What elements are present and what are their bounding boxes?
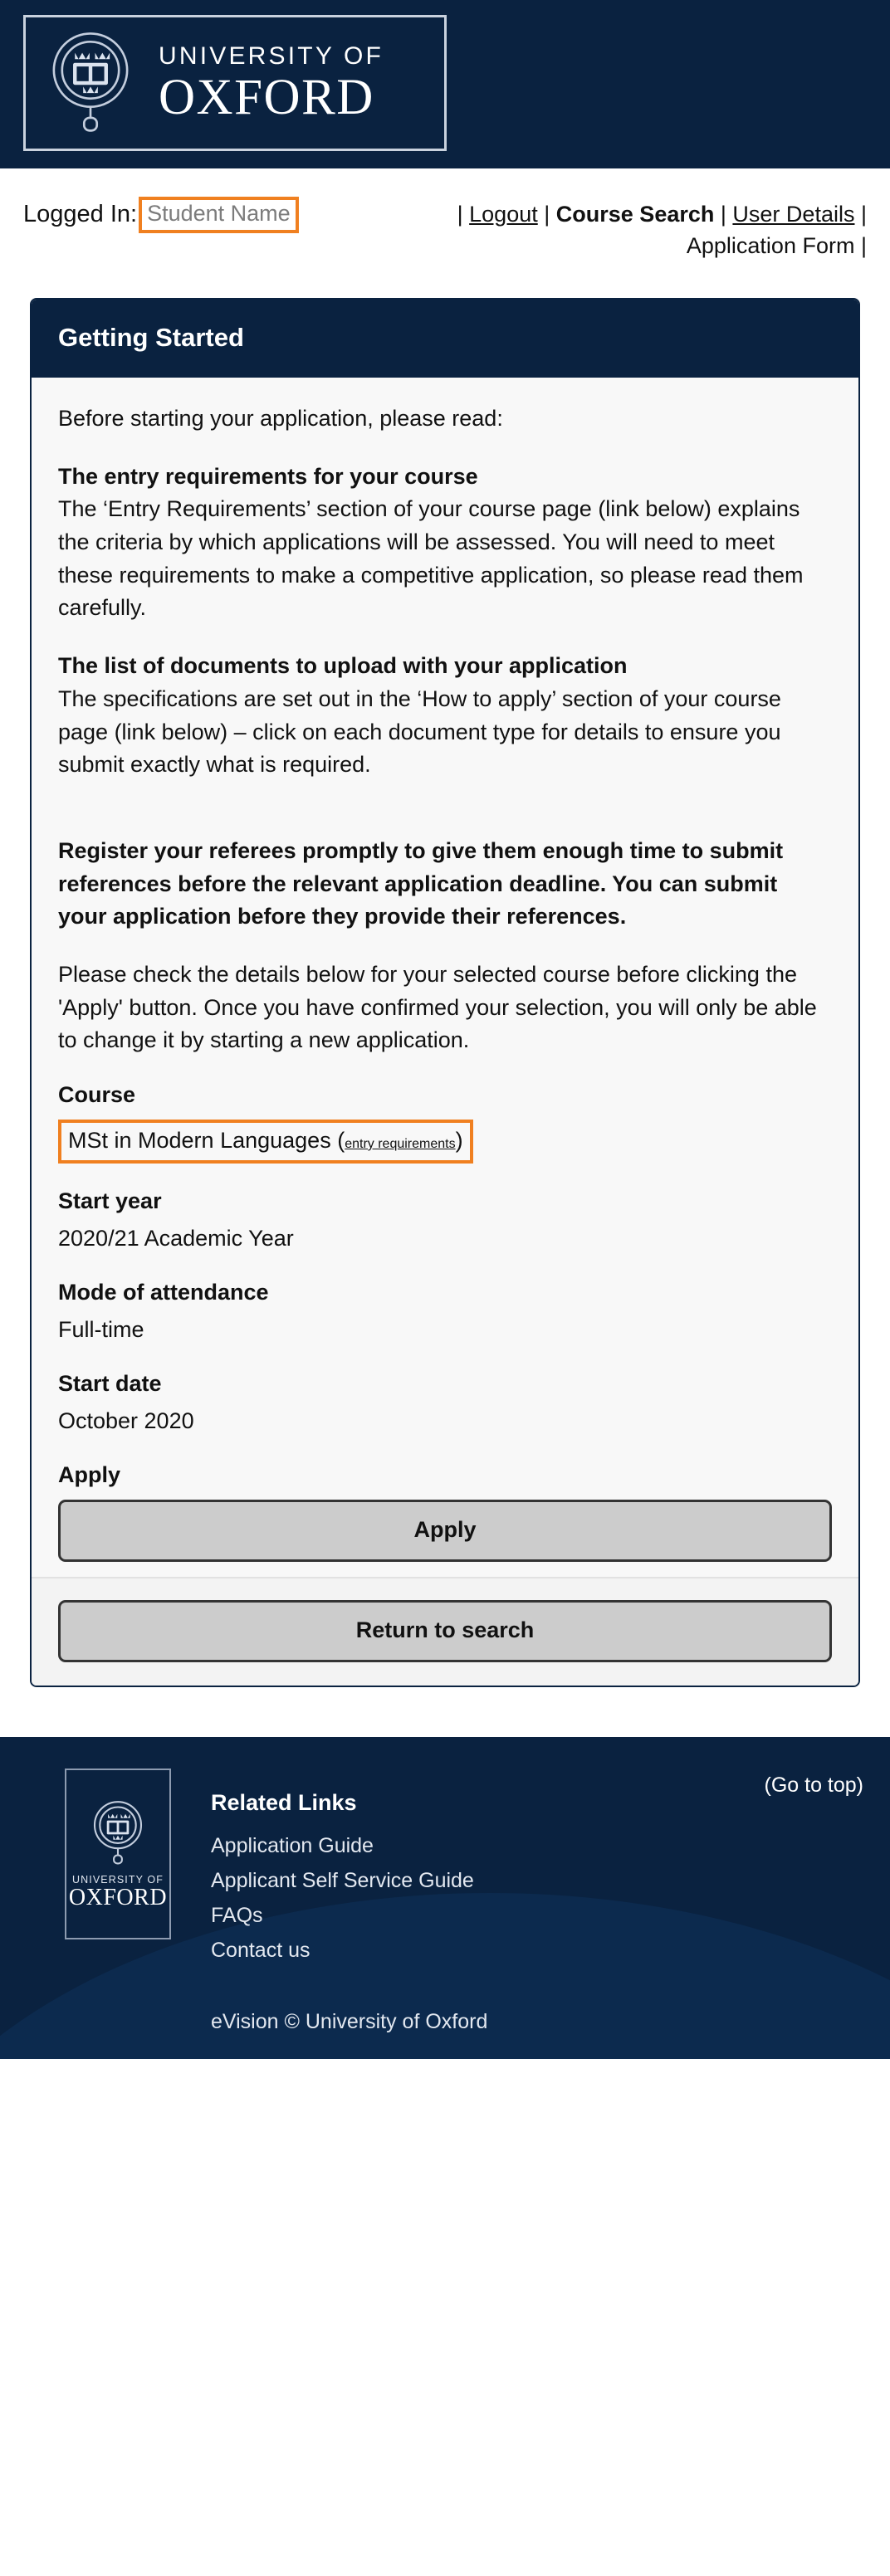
- course-value: MSt in Modern Languages: [68, 1128, 331, 1153]
- getting-started-card: Getting Started Before starting your app…: [30, 298, 860, 1687]
- entry-requirements-link[interactable]: entry requirements: [345, 1137, 455, 1151]
- logged-in-label: Logged In:: [23, 201, 138, 228]
- return-to-search-button[interactable]: Return to search: [58, 1600, 832, 1662]
- start-year-label: Start year: [58, 1188, 162, 1213]
- mode-of-attendance-value: Full-time: [58, 1317, 144, 1342]
- footer-wordmark-university: UNIVERSITY OF: [72, 1874, 164, 1886]
- oxford-logo[interactable]: UNIVERSITY OF OXFORD: [23, 15, 447, 151]
- apply-button[interactable]: Apply: [58, 1500, 832, 1562]
- footer-link-application-guide[interactable]: Application Guide: [211, 1834, 474, 1858]
- card-title: Getting Started: [32, 300, 858, 378]
- course-value-highlight: MSt in Modern Languages (entry requireme…: [58, 1120, 473, 1164]
- referee-notice: Register your referees promptly to give …: [58, 837, 784, 929]
- related-links-title: Related Links: [211, 1790, 357, 1815]
- nav-link-logout[interactable]: Logout: [469, 202, 538, 227]
- footer-oxford-logo[interactable]: UNIVERSITY OF OXFORD: [65, 1769, 171, 1939]
- nav-separator: |: [860, 233, 867, 259]
- section-body-documents: The specifications are set out in the ‘H…: [58, 685, 781, 778]
- nav-separator: |: [544, 202, 550, 227]
- logged-in-status: Logged In: Student Name: [23, 193, 299, 233]
- mode-of-attendance-label: Mode of attendance: [58, 1280, 269, 1305]
- nav-link-course-search[interactable]: Course Search: [556, 202, 715, 227]
- related-links: Related Links Application Guide Applican…: [211, 1769, 474, 1973]
- start-date-value: October 2020: [58, 1408, 194, 1433]
- wordmark-oxford: OXFORD: [159, 69, 374, 125]
- wordmark-university: UNIVERSITY OF: [159, 41, 384, 70]
- nav-separator: |: [720, 202, 726, 227]
- footer-link-contact-us[interactable]: Contact us: [211, 1939, 474, 1963]
- card-footer: Return to search: [32, 1577, 858, 1686]
- section-heading-entry-requirements: The entry requirements for your course: [58, 463, 478, 489]
- footer-link-faqs[interactable]: FAQs: [211, 1904, 474, 1928]
- footer-wordmark-oxford: OXFORD: [68, 1885, 168, 1911]
- course-label: Course: [58, 1082, 136, 1107]
- start-date-label: Start date: [58, 1371, 162, 1396]
- nav-link-application-form[interactable]: Application Form: [687, 233, 855, 258]
- check-details-text: Please check the details below for your …: [58, 961, 817, 1053]
- student-name-field[interactable]: Student Name: [139, 197, 299, 233]
- nav-separator: |: [860, 202, 867, 227]
- footer-content: UNIVERSITY OF OXFORD Related Links Appli…: [25, 1769, 865, 1973]
- oxford-crest-icon: [93, 1801, 143, 1865]
- copyright-text: eVision © University of Oxford: [211, 2010, 488, 2033]
- nav-separator: |: [457, 202, 463, 227]
- section-heading-documents: The list of documents to upload with you…: [58, 653, 628, 679]
- utility-bar: Logged In: Student Name | Logout | Cours…: [0, 168, 890, 268]
- nav-link-user-details[interactable]: User Details: [732, 202, 854, 227]
- apply-section-label: Apply: [58, 1462, 121, 1487]
- utility-nav: | Logout | Course Search | User Details …: [435, 193, 867, 262]
- section-body-entry-requirements: The ‘Entry Requirements’ section of your…: [58, 496, 804, 621]
- oxford-wordmark: UNIVERSITY OF OXFORD: [159, 41, 384, 125]
- site-masthead: UNIVERSITY OF OXFORD: [0, 0, 890, 168]
- oxford-crest-icon: [52, 32, 129, 132]
- footer-link-applicant-self-service-guide[interactable]: Applicant Self Service Guide: [211, 1869, 474, 1893]
- site-footer: (Go to top) UNIVERSITY OF OXFORD Related…: [0, 1737, 890, 2059]
- start-year-value: 2020/21 Academic Year: [58, 1226, 294, 1251]
- intro-text: Before starting your application, please…: [58, 406, 503, 431]
- card-body: Before starting your application, please…: [32, 378, 858, 1577]
